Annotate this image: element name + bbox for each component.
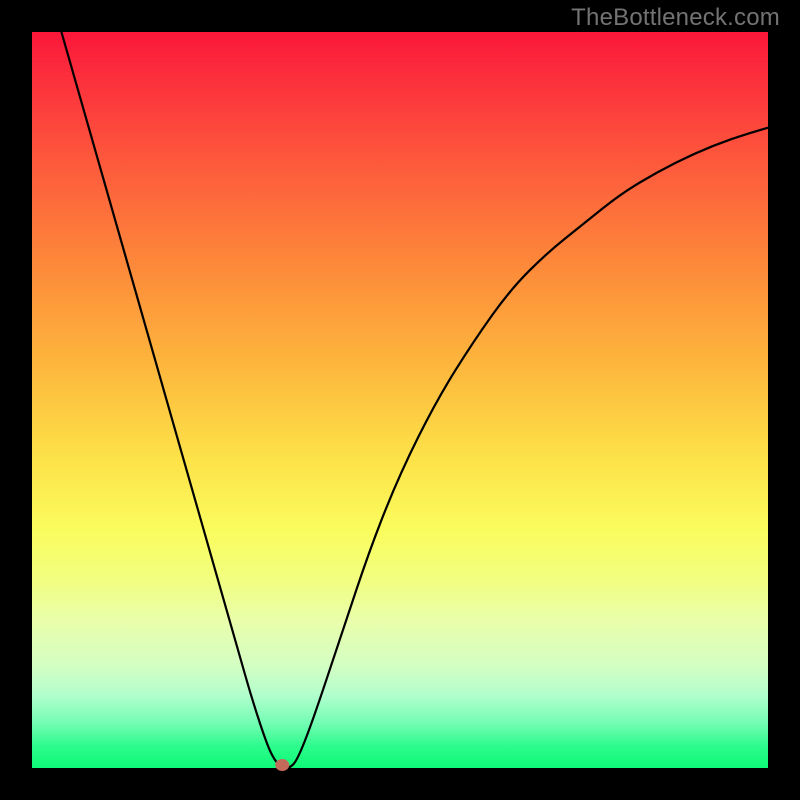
watermark-label: TheBottleneck.com — [571, 4, 780, 32]
chart-frame: TheBottleneck.com — [0, 0, 800, 800]
curve-svg — [32, 32, 768, 768]
bottleneck-curve — [61, 32, 768, 768]
plot-area — [32, 32, 768, 768]
min-marker — [275, 759, 289, 771]
